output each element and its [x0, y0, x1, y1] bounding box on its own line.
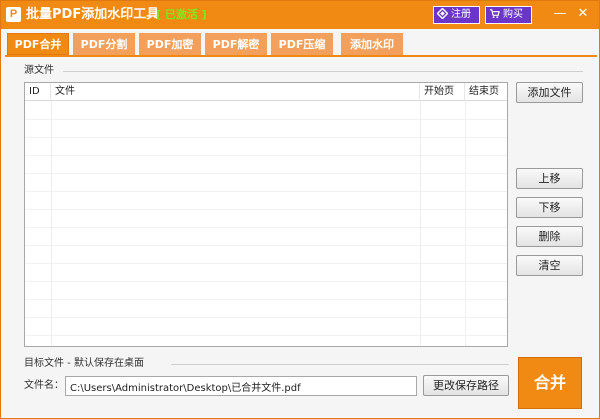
table-row [25, 281, 507, 282]
tab-underline [5, 55, 597, 57]
close-icon[interactable]: ✕ [573, 7, 593, 23]
merge-button[interactable]: 合并 [518, 357, 582, 409]
target-group-label: 目标文件 - 默认保存在桌面 [24, 358, 144, 369]
table-row [25, 335, 507, 336]
buy-button[interactable]: 购买 [485, 6, 532, 24]
target-group-divider [171, 364, 509, 365]
table-header: ID 文件 开始页 结束页 [25, 83, 507, 101]
column-header-file[interactable]: 文件 [51, 83, 420, 101]
tab-pdf-encrypt[interactable]: PDF加密 [139, 33, 201, 55]
buy-label: 购买 [503, 9, 523, 20]
file-name-label: 文件名： [24, 380, 64, 391]
tab-pdf-compress[interactable]: PDF压缩 [271, 33, 333, 55]
column-header-id[interactable]: ID [25, 83, 51, 101]
clear-button[interactable]: 清空 [516, 255, 583, 276]
table-row [25, 137, 507, 138]
table-row [25, 245, 507, 246]
table-row [25, 317, 507, 318]
register-button[interactable]: 注册 [433, 6, 480, 24]
column-header-start-page[interactable]: 开始页 [420, 83, 465, 101]
register-label: 注册 [451, 9, 471, 20]
table-row [25, 263, 507, 264]
tab-pdf-decrypt[interactable]: PDF解密 [205, 33, 267, 55]
source-group-label: 源文件 [24, 65, 54, 76]
add-file-button[interactable]: 添加文件 [516, 82, 583, 103]
change-save-path-button[interactable]: 更改保存路径 [423, 375, 509, 396]
tab-bar: PDF合并 PDF分割 PDF加密 PDF解密 PDF压缩 添加水印 [7, 33, 597, 55]
file-name-input[interactable] [65, 376, 417, 396]
column-header-end-page[interactable]: 结束页 [465, 83, 507, 101]
table-row [25, 173, 507, 174]
title-bar[interactable]: P 批量PDF添加水印工具 [ 已激活 ] 注册 购买 — ✕ [1, 1, 599, 29]
app-logo-icon: P [6, 7, 21, 22]
tab-pdf-split[interactable]: PDF分割 [73, 33, 135, 55]
table-row [25, 119, 507, 120]
activation-status: [ 已激活 ] [156, 8, 207, 21]
diamond-icon [437, 8, 448, 19]
minimize-icon[interactable]: — [550, 7, 570, 23]
table-row [25, 155, 507, 156]
delete-button[interactable]: 删除 [516, 226, 583, 247]
table-row [25, 299, 507, 300]
move-up-button[interactable]: 上移 [516, 168, 583, 189]
source-group-divider [63, 71, 583, 72]
tab-add-watermark[interactable]: 添加水印 [341, 33, 403, 55]
source-file-table[interactable]: ID 文件 开始页 结束页 [24, 82, 508, 347]
app-window: P 批量PDF添加水印工具 [ 已激活 ] 注册 购买 — ✕ PDF合并 PD… [0, 0, 600, 419]
move-down-button[interactable]: 下移 [516, 197, 583, 218]
table-row [25, 209, 507, 210]
table-row [25, 191, 507, 192]
tab-pdf-merge[interactable]: PDF合并 [7, 33, 69, 55]
table-row [25, 227, 507, 228]
cart-icon [489, 9, 500, 19]
app-title: 批量PDF添加水印工具 [26, 7, 160, 22]
